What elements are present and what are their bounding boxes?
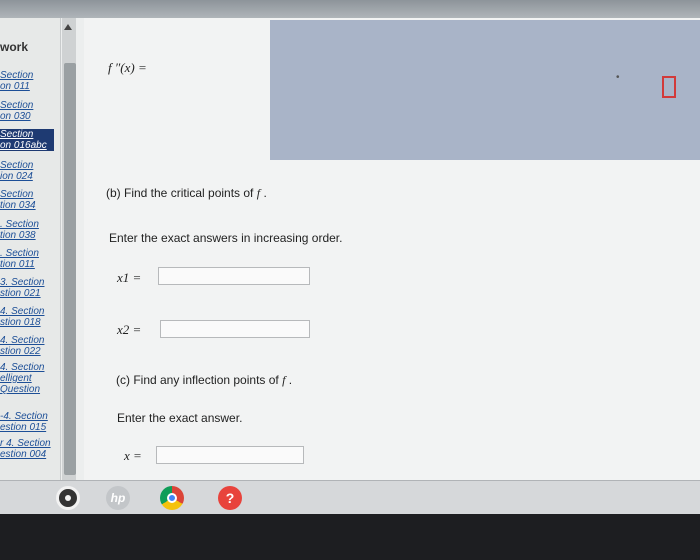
x2-label: x2 = <box>117 322 142 337</box>
sidebar-item-intelligent[interactable]: 4. Section elligent <box>0 362 58 384</box>
part-b-instruction: Enter the exact answers in increasing or… <box>109 231 343 245</box>
part-b-prompt: (b) Find the critical points of f . <box>106 186 267 200</box>
sidebar-item-section-011[interactable]: Section on 011 <box>0 70 58 92</box>
x1-input[interactable] <box>158 267 310 285</box>
sidebar-item-section-038[interactable]: . Section tion 038 <box>0 219 58 241</box>
sidebar-item-section-016abc[interactable]: Section on 016abc <box>0 129 54 151</box>
scrollbar-thumb[interactable] <box>64 63 76 475</box>
help-icon[interactable]: ? <box>218 486 242 510</box>
app-launcher-icon[interactable] <box>56 486 80 510</box>
x2-input[interactable] <box>160 320 310 338</box>
x-label: x = <box>124 448 142 463</box>
answer-marker-icon <box>662 76 676 98</box>
sidebar-item-question[interactable]: Question <box>0 384 58 395</box>
scroll-up-arrow-icon[interactable] <box>64 24 72 30</box>
sidebar-item-question-015[interactable]: -4. Section estion 015 <box>0 411 58 433</box>
taskbar: hp ? <box>0 480 700 515</box>
hp-icon[interactable]: hp <box>106 486 130 510</box>
panel-marker: • <box>616 72 620 83</box>
screen: work Section on 011 Section on 030 Secti… <box>0 18 700 480</box>
monitor-bezel-bottom <box>0 514 700 560</box>
sidebar-title: work <box>0 40 29 54</box>
assignment-sidebar: work Section on 011 Section on 030 Secti… <box>0 18 61 480</box>
part-c-prompt: (c) Find any inflection points of f . <box>116 373 293 387</box>
sidebar-item-section-011b[interactable]: . Section tion 011 <box>0 248 58 270</box>
sidebar-item-section-024[interactable]: Section ion 024 <box>0 160 58 182</box>
f-double-prime-label: f ″(x) = <box>108 60 147 75</box>
sidebar-item-section-018[interactable]: 4. Section stion 018 <box>0 306 58 328</box>
sidebar-item-section-021[interactable]: 3. Section stion 021 <box>0 277 58 299</box>
chrome-icon[interactable] <box>160 486 184 510</box>
sidebar-item-question-004[interactable]: r 4. Section estion 004 <box>0 438 58 460</box>
sidebar-item-section-030[interactable]: Section on 030 <box>0 100 58 122</box>
sidebar-item-section-022[interactable]: 4. Section stion 022 <box>0 335 58 357</box>
question-content: f ″(x) = • (b) Find the critical points … <box>84 18 700 480</box>
sidebar-item-section-034[interactable]: Section tion 034 <box>0 189 58 211</box>
inflection-x-input[interactable] <box>156 446 304 464</box>
x1-label: x1 = <box>117 270 142 285</box>
answer-image-panel: • <box>270 20 700 160</box>
part-c-instruction: Enter the exact answer. <box>117 411 243 425</box>
